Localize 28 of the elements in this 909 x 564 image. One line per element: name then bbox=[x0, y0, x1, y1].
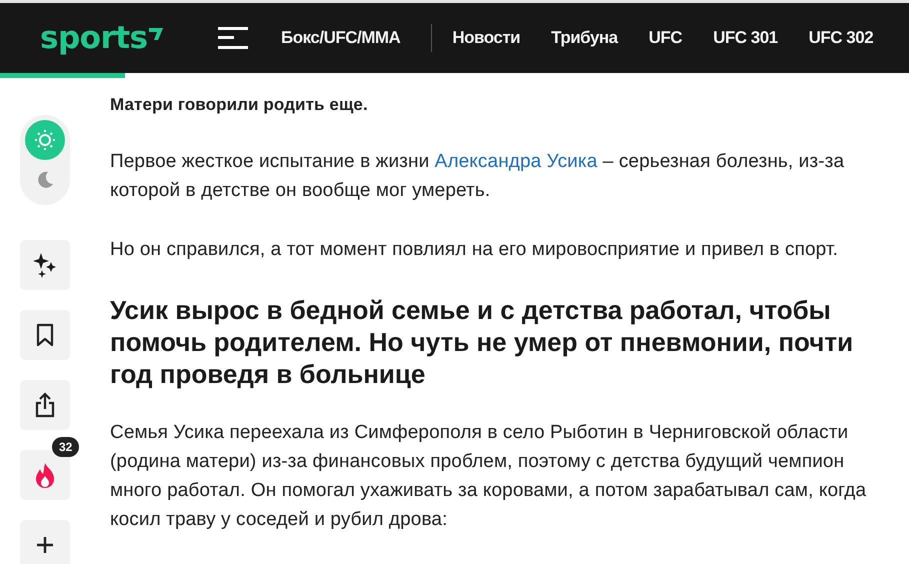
article-paragraph: Матери говорили родить еще. bbox=[110, 94, 369, 116]
article-link[interactable]: Александра Усика bbox=[434, 151, 598, 172]
flame-icon bbox=[34, 462, 56, 488]
nav-link[interactable]: UFC 302 bbox=[808, 28, 874, 48]
nav-link[interactable]: Трибуна bbox=[551, 28, 618, 48]
bookmark-icon bbox=[36, 323, 54, 347]
article-paragraph: Первое жесткое испытание в жизни Александра Усика – серьезная болезнь, из-за которой в детстве он вообще мог умереть. bbox=[110, 150, 846, 203]
logo-mark-icon bbox=[148, 28, 162, 40]
share-button[interactable] bbox=[20, 380, 70, 430]
nav-link[interactable]: UFC 301 bbox=[713, 28, 778, 48]
sparkle-button[interactable] bbox=[20, 240, 70, 290]
fire-button[interactable] bbox=[20, 450, 70, 500]
logo-text[interactable]: sports bbox=[40, 22, 148, 54]
share-icon bbox=[34, 392, 56, 418]
nav-link[interactable]: UFC bbox=[648, 28, 682, 48]
bookmark-button[interactable] bbox=[20, 310, 70, 360]
plus-button[interactable] bbox=[20, 520, 70, 564]
article-paragraph: Семья Усика переехала из Симферополя в село Рыботин в Черниговской области (родина матери) из-за финансовых проблем, поэтому с детства будущий чемпион много работал. Он помогал ухаживать за коровами, а потом зарабатывал сам, когда косил траву у соседей и рубил дрова: bbox=[110, 421, 868, 532]
plus-icon bbox=[35, 535, 55, 555]
count-badge: 32 bbox=[52, 437, 80, 457]
nav-link[interactable]: Бокс/UFC/MMA bbox=[281, 28, 400, 48]
article-paragraph: Но он справился, а тот момент повлиял на его мировосприятие и привел в спорт. bbox=[110, 238, 839, 262]
article-heading: Усик вырос в бедной семье и с детства работал, чтобы помочь родителем. Но чуть не умер от пневмонии, почти год проведя в больнице bbox=[110, 294, 854, 390]
sun-icon bbox=[35, 130, 55, 150]
moon-icon bbox=[36, 171, 54, 189]
sparkles-icon bbox=[32, 252, 58, 278]
menu-icon[interactable] bbox=[218, 27, 248, 49]
nav-link[interactable]: Новости bbox=[452, 28, 520, 48]
